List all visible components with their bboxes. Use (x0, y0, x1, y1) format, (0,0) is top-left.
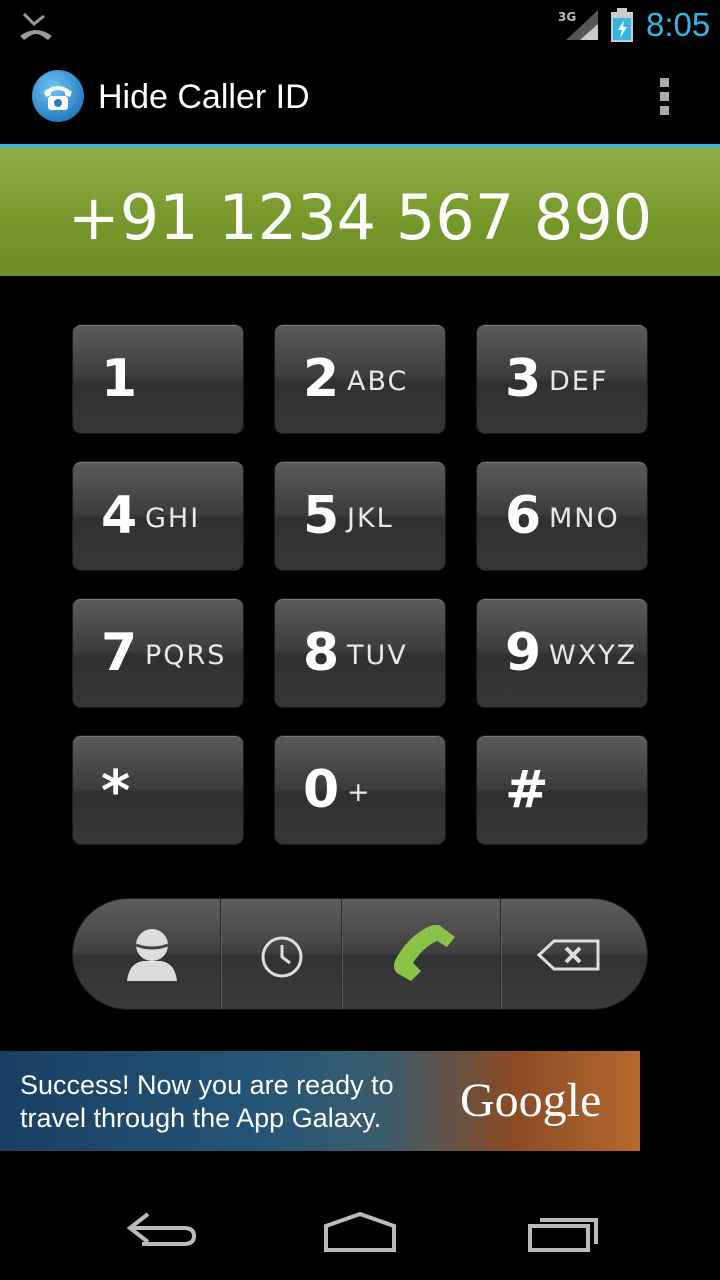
number-display: +91 1234 567 890 (0, 144, 720, 276)
key-2[interactable]: 2 ABC (274, 324, 446, 434)
key-letters: PQRS (145, 640, 227, 671)
key-digit: 9 (505, 623, 542, 683)
key-digit: 3 (505, 349, 542, 409)
contacts-button[interactable] (73, 899, 220, 1009)
missed-call-icon (20, 12, 52, 40)
overflow-menu-icon[interactable] (654, 78, 674, 118)
key-digit: 6 (505, 486, 542, 546)
key-letters: MNO (549, 503, 620, 534)
ad-banner[interactable]: Success! Now you are ready to travel thr… (0, 1051, 640, 1151)
signal-icon: 3G (558, 10, 598, 40)
call-log-button[interactable] (222, 899, 341, 1009)
app-title: Hide Caller ID (98, 78, 310, 116)
key-9[interactable]: 9 WXYZ (476, 598, 648, 708)
key-digit: 4 (101, 486, 138, 546)
key-digit: 2 (303, 349, 340, 409)
key-pound[interactable]: # (476, 735, 648, 845)
key-6[interactable]: 6 MNO (476, 461, 648, 571)
backspace-button[interactable] (502, 899, 647, 1009)
recent-apps-icon[interactable] (524, 1206, 604, 1256)
dialed-number: +91 1234 567 890 (67, 181, 653, 254)
key-digit: 1 (101, 349, 138, 409)
home-icon[interactable] (320, 1206, 400, 1256)
key-3[interactable]: 3 DEF (476, 324, 648, 434)
key-letters: TUV (347, 640, 408, 671)
back-icon[interactable] (122, 1206, 202, 1256)
navigation-bar (0, 1180, 720, 1280)
call-button[interactable] (343, 899, 500, 1009)
key-0[interactable]: 0 + (274, 735, 446, 845)
key-star[interactable]: * (72, 735, 244, 845)
key-digit: * (101, 759, 131, 824)
ad-line-1: Success! Now you are ready to (20, 1070, 394, 1100)
status-bar: 3G 8:05 (0, 0, 720, 50)
key-digit: 0 (303, 760, 340, 820)
key-letters: ABC (347, 366, 409, 397)
key-8[interactable]: 8 TUV (274, 598, 446, 708)
key-letters: GHI (145, 503, 201, 534)
call-log-icon (261, 936, 303, 978)
key-digit: 5 (303, 486, 340, 546)
app-phone-icon[interactable] (32, 70, 84, 122)
key-digit: # (505, 760, 549, 820)
key-1[interactable]: 1 (72, 324, 244, 434)
key-letters: + (347, 777, 372, 808)
contacts-icon (127, 929, 177, 981)
key-7[interactable]: 7 PQRS (72, 598, 244, 708)
key-digit: 8 (303, 623, 340, 683)
call-icon (394, 925, 455, 981)
key-digit: 7 (101, 623, 138, 683)
ad-text: Success! Now you are ready to travel thr… (20, 1069, 440, 1135)
ad-brand-logo: Google (460, 1074, 602, 1127)
ad-line-2: travel through the App Galaxy. (20, 1103, 382, 1133)
key-letters: JKL (347, 503, 394, 534)
key-letters: DEF (549, 366, 609, 397)
backspace-icon (536, 939, 600, 971)
status-time: 8:05 (646, 6, 711, 43)
battery-charging-icon (611, 8, 633, 42)
network-type-label: 3G (558, 10, 576, 24)
key-5[interactable]: 5 JKL (274, 461, 446, 571)
dialer-actions (72, 898, 648, 1010)
action-bar: Hide Caller ID (0, 50, 720, 144)
key-4[interactable]: 4 GHI (72, 461, 244, 571)
key-letters: WXYZ (549, 640, 638, 671)
